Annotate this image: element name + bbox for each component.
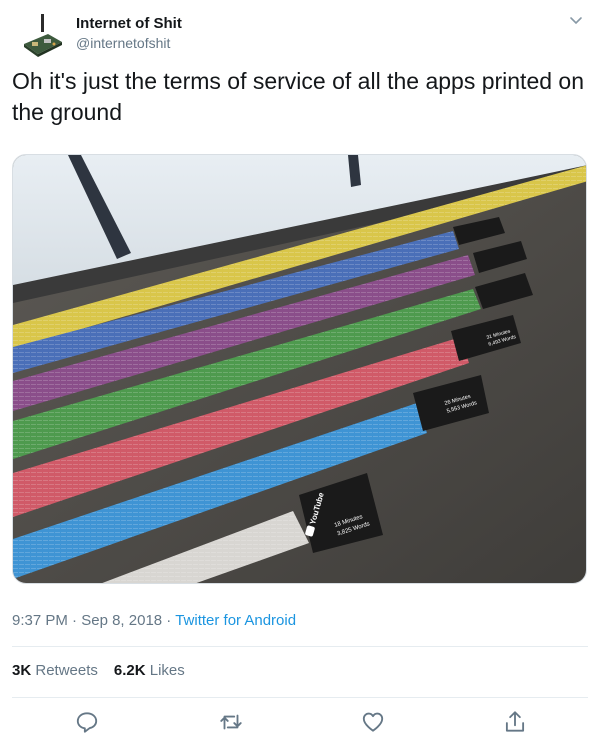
tweet-stats: 3K Retweets 6.2K Likes — [12, 662, 185, 679]
tweet-time[interactable]: 9:37 PM — [12, 612, 68, 629]
tweet-date[interactable]: Sep 8, 2018 — [81, 612, 162, 629]
photo-illustration: 31 Minutes 6,493 Words 26 Minutes 5,553 … — [13, 155, 586, 583]
action-bar — [0, 705, 600, 739]
tweet-meta: 9:37 PM · Sep 8, 2018 · Twitter for Andr… — [12, 612, 296, 629]
avatar[interactable] — [20, 12, 66, 58]
likes-stat[interactable]: 6.2K Likes — [114, 662, 185, 679]
tweet-header: Internet of Shit @internetofshit — [12, 8, 588, 58]
reply-icon[interactable] — [74, 709, 100, 735]
likes-count: 6.2K — [113, 662, 146, 679]
retweets-stat[interactable]: 3K Retweets — [12, 662, 98, 679]
retweets-label: Retweets — [31, 662, 98, 679]
meta-separator: · — [67, 612, 82, 629]
likes-label: Likes — [145, 662, 185, 679]
meta-separator: · — [162, 612, 176, 629]
retweet-icon[interactable] — [218, 709, 244, 735]
share-icon[interactable] — [502, 709, 528, 735]
tweet-photo[interactable]: 31 Minutes 6,493 Words 26 Minutes 5,553 … — [12, 154, 587, 584]
chevron-down-icon[interactable] — [566, 10, 586, 30]
author-name[interactable]: Internet of Shit — [76, 15, 182, 32]
retweets-count: 3K — [12, 662, 32, 679]
tweet-text: Oh it's just the terms of service of all… — [12, 68, 585, 125]
tweet-source[interactable]: Twitter for Android — [175, 612, 296, 629]
author-handle[interactable]: @internetofshit — [76, 35, 170, 51]
heart-icon[interactable] — [360, 709, 386, 735]
divider — [12, 646, 588, 647]
divider — [12, 697, 588, 698]
